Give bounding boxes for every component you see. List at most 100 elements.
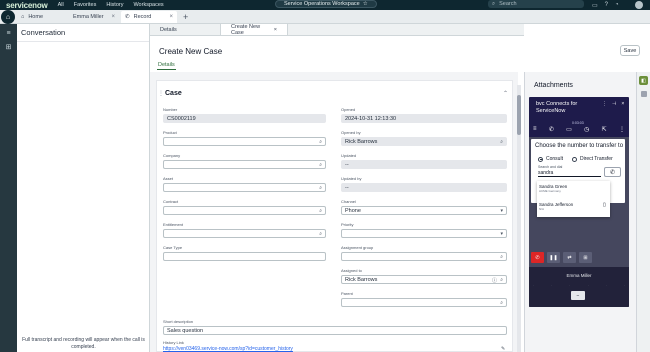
keypad-button[interactable]: ⊞ xyxy=(579,252,592,263)
info-icon[interactable]: ⓘ xyxy=(492,277,497,284)
grid-marker: · xyxy=(623,283,625,287)
pin-icon[interactable]: ⊣ xyxy=(612,101,616,107)
nav-history[interactable]: History xyxy=(106,2,123,8)
scrollbar-thumb[interactable] xyxy=(517,95,521,135)
search-icon[interactable]: ⌕ xyxy=(319,231,322,237)
more-vertical-icon[interactable]: ⋮ xyxy=(602,101,607,107)
workspace-label: Service Operations Workspace xyxy=(284,0,360,7)
search-icon[interactable]: ⌕ xyxy=(500,139,503,145)
direct-transfer-label: Direct Transfer xyxy=(579,156,613,162)
mobile-phone-icon[interactable]: ▯ xyxy=(603,202,606,208)
updated-by-label: Updated by xyxy=(341,176,362,181)
company-field[interactable]: ⌕ xyxy=(163,160,326,169)
assigned-to-field[interactable]: Rick Barrows ⓘ ⌕ xyxy=(341,275,507,284)
product-field[interactable]: ⌕ xyxy=(163,137,326,146)
tab-create-label: Create New Case xyxy=(231,23,261,36)
popout-icon[interactable]: ⇱ xyxy=(602,126,607,133)
workspace-tabbar: ⌂ Home Emma Miller × ✆ Record × + xyxy=(0,10,650,24)
contract-field[interactable]: ⌕ xyxy=(163,206,326,215)
tab-details[interactable]: Details xyxy=(150,24,220,35)
search-icon: ⌕ xyxy=(492,0,496,7)
bell-icon[interactable]: ◔ xyxy=(615,2,619,8)
tab-home-label: Home xyxy=(28,14,43,20)
search-icon[interactable]: ⌕ xyxy=(500,300,503,306)
form-scrollbar[interactable] xyxy=(517,85,521,352)
avatar[interactable] xyxy=(634,1,643,9)
result-sandra-green[interactable]: Sandra Green ACME Germany xyxy=(539,184,609,193)
caller-name: Emma Miller xyxy=(566,273,592,278)
attachments-title: Attachments xyxy=(534,82,573,89)
menu-icon[interactable]: ≡ xyxy=(6,30,10,37)
company-label: Company xyxy=(163,153,181,158)
drag-handle-icon[interactable]: ⋮ xyxy=(158,90,164,97)
star-icon[interactable]: ☆ xyxy=(363,1,368,8)
parent-field[interactable]: ⌕ xyxy=(341,298,507,307)
nav-favorites[interactable]: Favorites xyxy=(74,2,97,8)
channel-select[interactable]: Phone ▾ xyxy=(341,206,507,215)
screen-icon[interactable]: ▭ xyxy=(566,126,572,133)
grid-marker: · xyxy=(587,283,589,287)
transfer-button[interactable]: ⇄ xyxy=(563,252,576,263)
nav-icon-group: ▭ ? ◔ xyxy=(592,0,643,10)
add-tab-button[interactable]: + xyxy=(183,12,188,22)
help-icon[interactable]: ? xyxy=(605,2,608,8)
phone-call-icon[interactable]: ✆ xyxy=(549,126,554,133)
history-icon[interactable]: ◷ xyxy=(584,126,589,133)
search-icon[interactable]: ⌕ xyxy=(319,162,322,168)
save-button[interactable]: Save xyxy=(620,45,640,56)
workspace-selector[interactable]: Service Operations Workspace ☆ xyxy=(275,0,377,8)
tab-record[interactable]: ✆ Record × xyxy=(121,11,177,23)
chevron-up-icon[interactable]: ⌃ xyxy=(503,90,508,97)
nav-all[interactable]: All xyxy=(58,2,64,8)
phone-widget: bvc Connects for ServiceNow ⋮ ⊣ × 0:03:0… xyxy=(529,97,629,307)
opened-by-field: Rick Barrows ⌕ xyxy=(341,137,507,146)
hold-button[interactable]: ❚❚ xyxy=(547,252,560,263)
short-description-field[interactable]: Sales question xyxy=(163,326,507,335)
edit-icon[interactable]: ✎ xyxy=(501,346,505,352)
tab-home[interactable]: ⌂ Home xyxy=(17,11,67,23)
close-icon[interactable]: × xyxy=(111,14,115,20)
transcript-notice: Full transcript and recording will appea… xyxy=(22,337,145,350)
nav-workspaces[interactable]: Workspaces xyxy=(133,2,163,8)
end-call-button[interactable]: ✆ xyxy=(531,252,544,263)
agent-assist-icon[interactable]: ◧ xyxy=(639,76,648,85)
history-link[interactable]: https://ven03469.service-now.com/sp?id=c… xyxy=(163,346,293,352)
search-icon[interactable]: ⌕ xyxy=(319,185,322,191)
servicenow-logo[interactable]: servicenow xyxy=(6,1,48,10)
search-icon[interactable]: ⌕ xyxy=(319,139,322,145)
result-sandra-jefferson[interactable]: Sandra Jefferson N/A xyxy=(539,202,609,211)
chevron-down-icon: ▾ xyxy=(500,208,503,214)
search-icon[interactable]: ⌕ xyxy=(319,208,322,214)
product-label: Product xyxy=(163,130,177,135)
close-icon[interactable]: × xyxy=(169,14,173,20)
opened-field: 2024-10-31 12:13:30 xyxy=(341,114,507,123)
conversation-title: Conversation xyxy=(17,24,149,42)
form-tab-details[interactable]: Details xyxy=(157,62,176,70)
attachment-icon[interactable] xyxy=(640,91,647,97)
search-icon[interactable]: ⌕ xyxy=(500,277,503,283)
tree-icon[interactable]: ⊞ xyxy=(6,43,12,51)
left-rail: ⌂ ≡ ⊞ xyxy=(0,10,17,352)
menu-icon[interactable]: ≡ xyxy=(533,126,537,133)
case-type-field[interactable] xyxy=(163,252,326,261)
search-dial-input[interactable]: sandra xyxy=(538,170,601,177)
more-vertical-icon[interactable]: ⋮ xyxy=(619,126,625,133)
tab-emma-miller[interactable]: Emma Miller × xyxy=(69,11,119,23)
close-icon[interactable]: × xyxy=(274,27,277,33)
dial-button[interactable]: ✆ xyxy=(604,167,621,177)
tab-create-new-case[interactable]: Create New Case × xyxy=(220,23,288,36)
consult-radio[interactable] xyxy=(538,156,543,162)
priority-select[interactable]: ▾ xyxy=(341,229,507,238)
minimize-button[interactable]: − xyxy=(571,291,585,300)
home-icon[interactable]: ⌂ xyxy=(1,10,15,24)
entitlement-field[interactable]: ⌕ xyxy=(163,229,326,238)
grid-marker: · xyxy=(551,283,553,287)
close-icon[interactable]: × xyxy=(621,101,624,107)
global-search-input[interactable]: ⌕ Search xyxy=(488,0,584,8)
assignment-group-field[interactable]: ⌕ xyxy=(341,252,507,261)
direct-transfer-radio[interactable] xyxy=(571,156,577,162)
updated-label: Updated xyxy=(341,153,357,158)
chat-icon[interactable]: ▭ xyxy=(592,2,598,9)
search-icon[interactable]: ⌕ xyxy=(500,254,503,260)
asset-field[interactable]: ⌕ xyxy=(163,183,326,192)
